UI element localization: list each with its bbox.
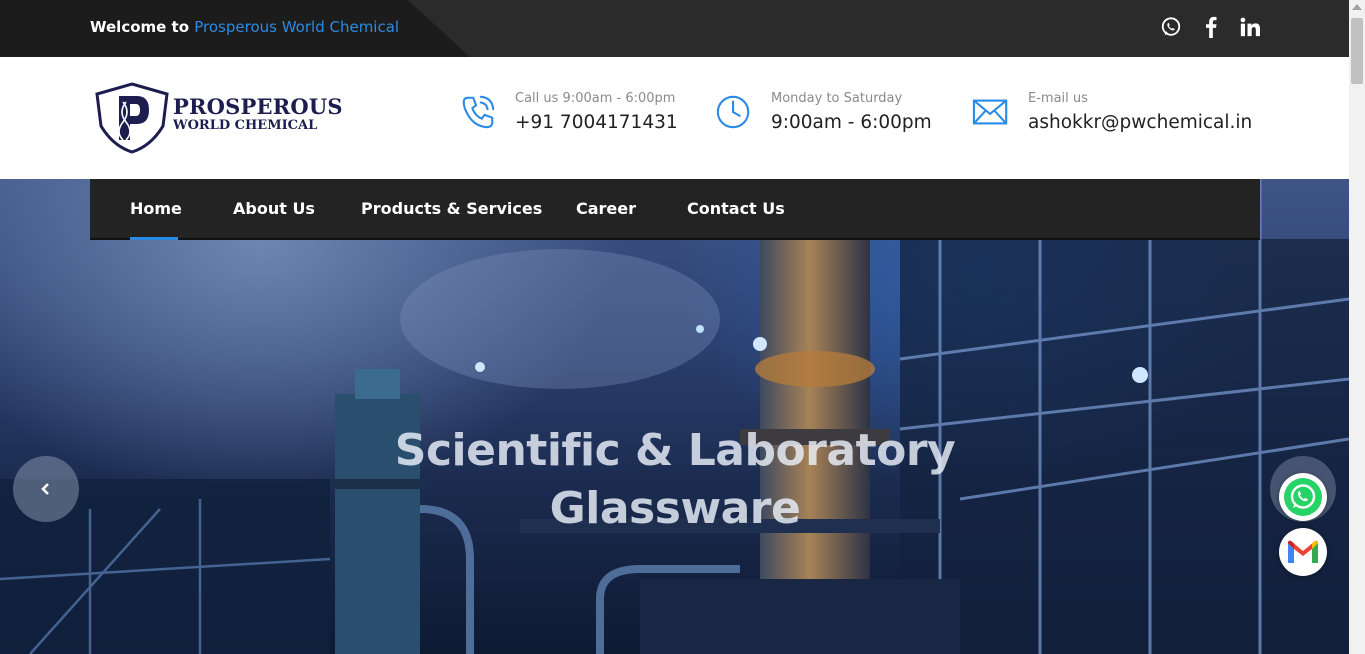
scroll-up-arrow-icon[interactable] bbox=[1352, 4, 1362, 10]
main-nav: Home About Us Products & Services Career… bbox=[90, 179, 1260, 240]
floating-whatsapp-button[interactable] bbox=[1279, 473, 1327, 521]
mail-icon bbox=[972, 99, 1008, 125]
welcome-brand-name: Prosperous World Chemical bbox=[194, 18, 400, 36]
hero-industrial-image bbox=[0, 179, 1349, 654]
nav-item-home[interactable]: Home bbox=[130, 199, 182, 218]
top-bar: Welcome to Prosperous World Chemical bbox=[0, 0, 1349, 57]
chevron-left-icon bbox=[41, 483, 49, 495]
email-address[interactable]: ashokkr@pwchemical.in bbox=[1028, 112, 1252, 133]
hero-slider: Scientific & Laboratory Glassware bbox=[0, 179, 1349, 654]
welcome-prefix: Welcome to bbox=[90, 18, 190, 36]
site-logo[interactable]: PROSPEROUS WORLD CHEMICAL bbox=[93, 82, 343, 154]
nav-item-about-us[interactable]: About Us bbox=[233, 199, 315, 218]
logo-line-2: WORLD CHEMICAL bbox=[173, 118, 318, 133]
whatsapp-icon[interactable] bbox=[1158, 14, 1184, 40]
hero-title-line-2: Glassware bbox=[549, 483, 801, 534]
email-label: E-mail us bbox=[1028, 91, 1088, 106]
page-scrollbar[interactable] bbox=[1349, 0, 1365, 654]
nav-item-career[interactable]: Career bbox=[576, 199, 636, 218]
clock-icon bbox=[716, 95, 750, 129]
phone-number[interactable]: +91 7004171431 bbox=[515, 112, 678, 133]
nav-item-products-services[interactable]: Products & Services bbox=[361, 199, 542, 218]
hero-title: Scientific & Laboratory Glassware bbox=[300, 422, 1050, 538]
scrollbar-thumb[interactable] bbox=[1351, 18, 1363, 84]
logo-wordmark: PROSPEROUS WORLD CHEMICAL bbox=[173, 96, 343, 134]
logo-shield-icon bbox=[95, 82, 169, 154]
hero-title-line-1: Scientific & Laboratory bbox=[394, 425, 956, 476]
phone-label: Call us 9:00am - 6:00pm bbox=[515, 91, 676, 106]
gmail-icon bbox=[1288, 540, 1318, 563]
nav-active-indicator bbox=[130, 237, 178, 240]
site-header: PROSPEROUS WORLD CHEMICAL Call us 9:00am… bbox=[0, 57, 1349, 179]
whatsapp-icon bbox=[1284, 478, 1322, 516]
phone-icon bbox=[462, 95, 495, 129]
hours-label: Monday to Saturday bbox=[771, 91, 903, 106]
logo-line-1: PROSPEROUS bbox=[173, 94, 343, 119]
facebook-icon[interactable] bbox=[1198, 14, 1224, 40]
hours-value: 9:00am - 6:00pm bbox=[771, 112, 932, 133]
nav-item-contact-us[interactable]: Contact Us bbox=[687, 199, 785, 218]
linkedin-icon[interactable] bbox=[1237, 14, 1263, 40]
welcome-text: Welcome to Prosperous World Chemical bbox=[90, 18, 399, 36]
slider-prev-button[interactable] bbox=[13, 456, 79, 522]
floating-gmail-button[interactable] bbox=[1279, 528, 1327, 576]
